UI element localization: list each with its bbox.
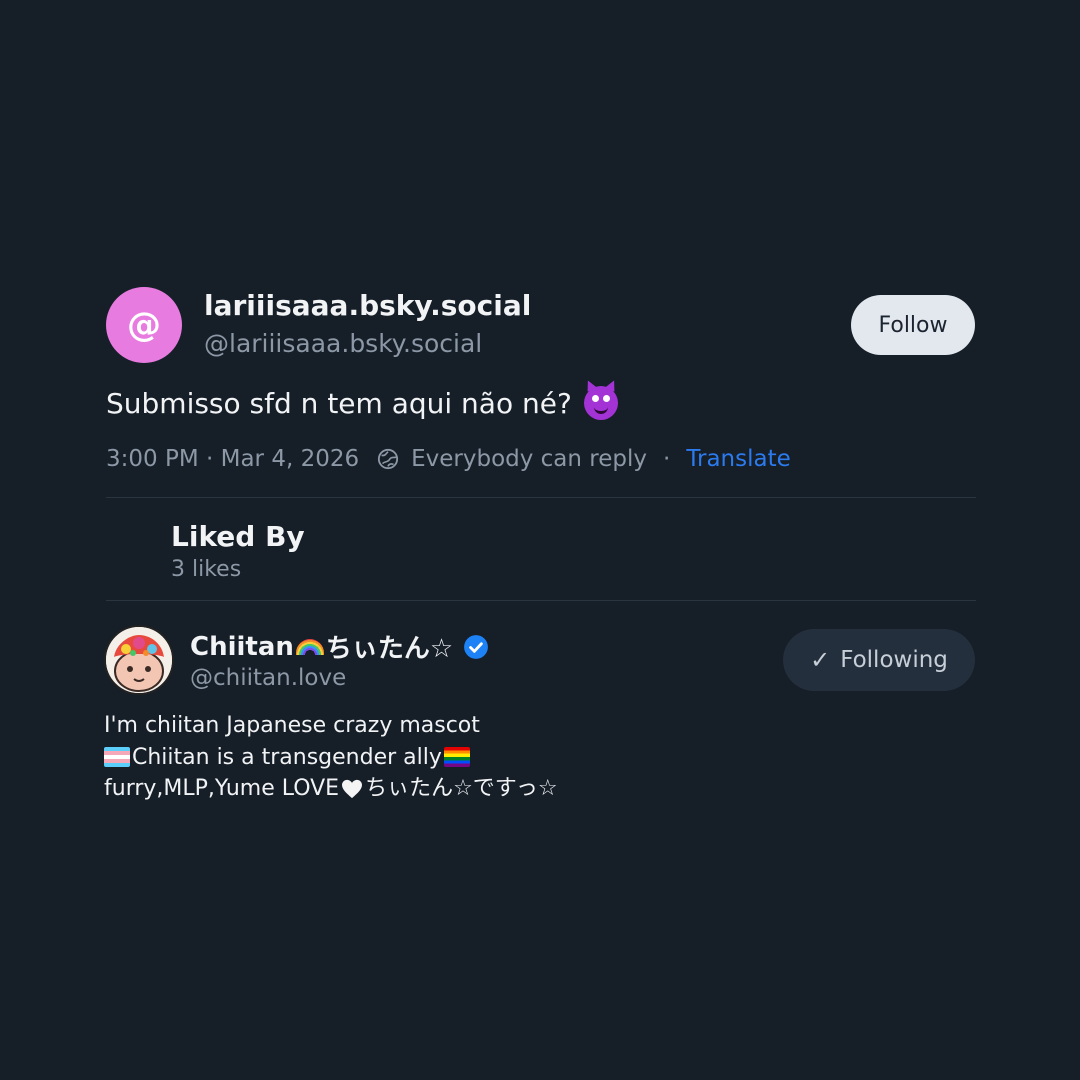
likes-count: 3 likes	[171, 557, 242, 582]
verified-badge-icon	[464, 634, 489, 659]
avatar[interactable]	[104, 625, 174, 695]
mascot-avatar-icon	[106, 627, 172, 693]
avatar[interactable]: @	[106, 287, 182, 363]
liker-name-suffix: ちぃたん☆	[325, 634, 454, 664]
liker-name-text: Chiitan	[190, 631, 294, 662]
following-button[interactable]: ✓ Following	[783, 629, 975, 691]
post-timestamp[interactable]: 3:00 PM · Mar 4, 2026	[106, 446, 359, 472]
smiling-devil-icon	[583, 378, 619, 420]
liked-by-title: Liked By	[171, 520, 305, 553]
post-body: Submisso sfd n tem aqui não né?	[106, 386, 572, 420]
at-sign-icon: @	[127, 305, 161, 345]
liker-row[interactable]: Chiitan ちぃたん☆ @chiitan.love ✓ Following	[104, 625, 976, 695]
transgender-flag-icon	[104, 747, 130, 768]
rainbow-icon	[295, 638, 324, 655]
divider	[106, 497, 976, 498]
liker-bio: I'm chiitan Japanese crazy mascot Chiita…	[104, 710, 558, 805]
bio-text: furry,MLP,Yume LOVE	[104, 776, 340, 801]
bio-text: ちぃたん☆ですっ☆	[365, 776, 558, 801]
post-thread-page: @ lariiisaaa.bsky.social @lariiisaaa.bsk…	[0, 0, 1080, 1080]
bio-line: Chiitan is a transgender ally	[104, 742, 558, 774]
liker-handle[interactable]: @chiitan.love	[190, 665, 346, 691]
following-label: Following	[840, 647, 948, 673]
white-heart-icon	[342, 779, 363, 798]
translate-link[interactable]: Translate	[686, 446, 790, 472]
rainbow-flag-icon	[443, 747, 470, 768]
post-text: Submisso sfd n tem aqui não né?	[106, 378, 619, 420]
bio-line: furry,MLP,Yume LOVE ちぃたん☆ですっ☆	[104, 773, 558, 805]
divider	[106, 600, 976, 601]
bio-text: Chiitan is a transgender ally	[132, 744, 442, 770]
follow-button[interactable]: Follow	[851, 295, 975, 355]
author-display-name[interactable]: lariiisaaa.bsky.social	[204, 289, 531, 322]
meta-separator: ·	[663, 446, 671, 472]
bio-line: I'm chiitan Japanese crazy mascot	[104, 710, 558, 742]
bio-text: I'm chiitan Japanese crazy mascot	[104, 713, 480, 738]
author-handle[interactable]: @lariiisaaa.bsky.social	[204, 329, 482, 358]
checkmark-icon: ✓	[810, 646, 831, 674]
liker-display-name[interactable]: Chiitan ちぃたん☆	[190, 628, 489, 665]
post-meta: 3:00 PM · Mar 4, 2026 Everybody can repl…	[106, 446, 791, 472]
globe-icon	[378, 448, 399, 470]
reply-setting[interactable]: Everybody can reply	[411, 446, 647, 472]
post-author: @ lariiisaaa.bsky.social @lariiisaaa.bsk…	[106, 287, 976, 363]
